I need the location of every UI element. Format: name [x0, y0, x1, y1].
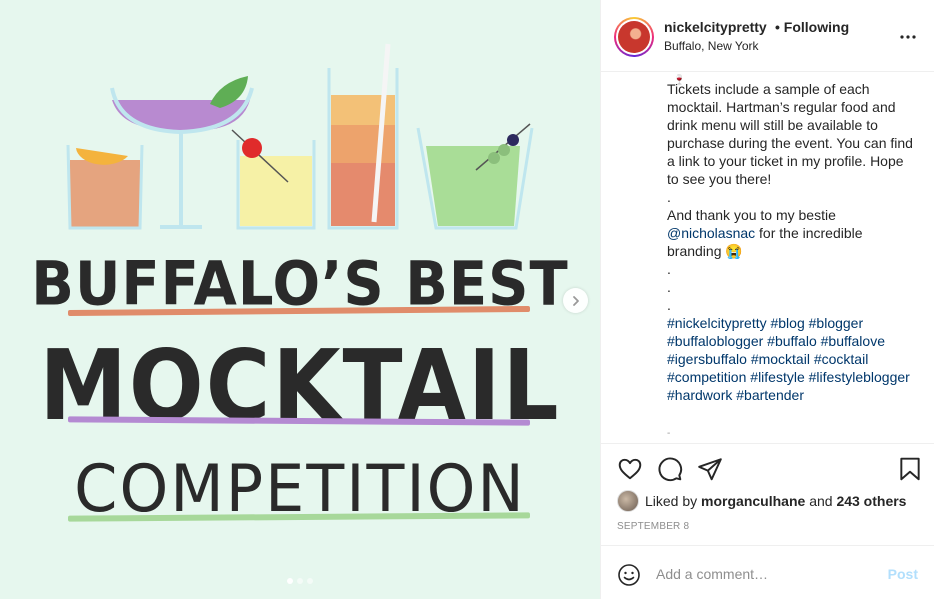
hashtag-link[interactable]: #igersbuffalo	[667, 351, 747, 367]
hashtag-link[interactable]: #nickelcitypretty	[667, 315, 767, 331]
hashtag-link[interactable]: #lifestyleblogger	[809, 369, 910, 385]
hashtag-link[interactable]: #bartender	[736, 387, 804, 403]
post-sidebar: nickelcitypretty • Following Buffalo, Ne…	[600, 0, 934, 599]
caption-paragraph: Tickets include a sample of each mocktai…	[667, 81, 917, 187]
carousel-indicator	[0, 578, 600, 584]
comment-input[interactable]	[656, 563, 876, 585]
caption-area: 🍷 Tickets include a sample of each mockt…	[601, 72, 934, 444]
cherry-glass-drink	[231, 129, 316, 230]
wine-emoji: 🍷	[673, 75, 686, 86]
olive-glass-drink	[416, 123, 534, 230]
carousel-dot	[307, 578, 313, 584]
username-link[interactable]: nickelcitypretty	[664, 19, 767, 35]
heart-icon[interactable]	[617, 456, 643, 482]
more-horizontal-icon	[900, 35, 916, 39]
carousel-next-button[interactable]	[563, 288, 588, 313]
hashtag-list: #nickelcitypretty #blog #blogger #buffal…	[667, 314, 919, 404]
carousel-dot	[297, 578, 303, 584]
caption-overflow-mark: -	[667, 428, 671, 439]
mention-link[interactable]: @nicholasnac	[667, 225, 755, 241]
hashtag-link[interactable]: #cocktail	[814, 351, 868, 367]
hashtag-link[interactable]: #blog	[770, 315, 804, 331]
post-header: nickelcitypretty • Following Buffalo, Ne…	[601, 0, 934, 72]
hashtag-link[interactable]: #blogger	[809, 315, 864, 331]
liker-username[interactable]: morganculhane	[701, 493, 805, 509]
hashtag-link[interactable]: #buffalo	[767, 333, 817, 349]
location-link[interactable]: Buffalo, New York	[664, 39, 759, 53]
hashtag-link[interactable]: #mocktail	[751, 351, 810, 367]
hashtag-link[interactable]: #buffalove	[821, 333, 885, 349]
paper-plane-icon[interactable]	[697, 456, 723, 482]
likes-middle: and	[809, 493, 833, 509]
hashtag-link[interactable]: #hardwork	[667, 387, 732, 403]
hashtag-link[interactable]: #lifestyle	[750, 369, 804, 385]
bookmark-icon[interactable]	[897, 456, 923, 482]
likes-prefix: Liked by	[645, 493, 698, 509]
smiley-icon[interactable]	[617, 563, 641, 587]
hashtag-link[interactable]: #buffaloblogger	[667, 333, 763, 349]
thanks-text: And thank you to my bestie	[667, 207, 840, 223]
comment-bar: Post	[601, 545, 934, 599]
avatar[interactable]	[614, 17, 654, 57]
follow-status[interactable]: • Following	[775, 19, 849, 35]
post-image[interactable]: BUFFALO’S BEST MOCKTAIL COMPETITION	[0, 0, 600, 599]
hashtag-link[interactable]: #competition	[667, 369, 746, 385]
likes-summary: Liked by morganculhane and 243 others	[617, 490, 906, 512]
post-comment-button[interactable]: Post	[888, 566, 918, 582]
drinks-illustration	[66, 43, 534, 230]
caption-dot: .	[667, 279, 671, 295]
chevron-right-icon	[572, 295, 579, 306]
caption-dot: .	[667, 261, 671, 277]
liker-avatar[interactable]	[617, 490, 639, 512]
likes-count-link[interactable]: 243 others	[836, 493, 906, 509]
comment-icon[interactable]	[657, 456, 683, 482]
more-options-button[interactable]	[898, 27, 918, 47]
caption-thanks: And thank you to my bestie @nicholasnac …	[667, 206, 919, 260]
carousel-dot	[287, 578, 293, 584]
action-bar	[617, 454, 923, 484]
layered-tall-drink	[327, 43, 399, 230]
following-button[interactable]: Following	[784, 19, 849, 35]
post-date[interactable]: SEPTEMBER 8	[617, 521, 689, 532]
separator-dot: •	[775, 19, 780, 35]
caption-dot: .	[667, 189, 671, 205]
caption-dot: .	[667, 297, 671, 313]
rocks-glass-drink	[66, 144, 144, 230]
